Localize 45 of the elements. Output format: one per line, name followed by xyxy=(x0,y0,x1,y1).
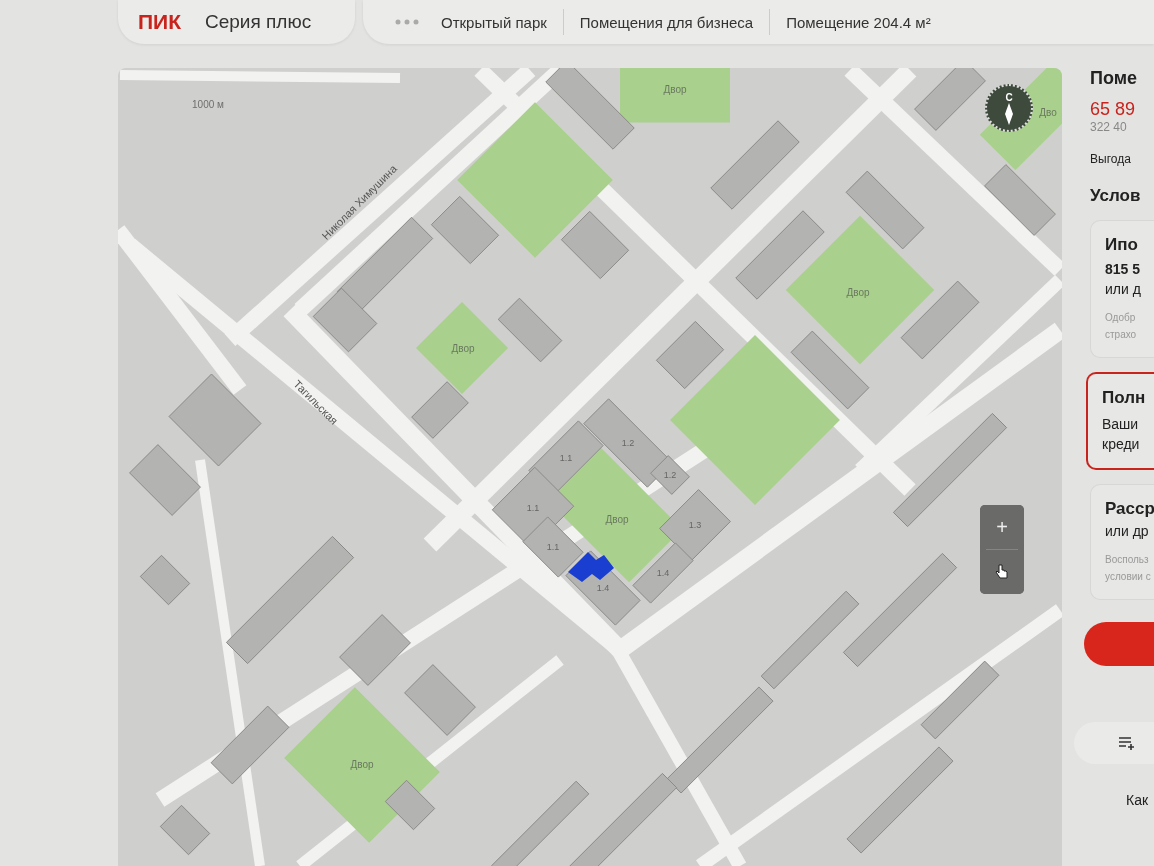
breadcrumb-link[interactable]: Открытый парк xyxy=(441,13,547,31)
yard-label: Двор xyxy=(451,343,475,354)
building-number: 1.2 xyxy=(621,438,635,448)
price: 65 89 xyxy=(1090,99,1136,120)
yard-label: Двор xyxy=(663,84,687,95)
price-per-meter: 322 40 xyxy=(1090,120,1127,134)
project-name[interactable]: Серия плюс xyxy=(205,11,312,33)
benefit-label: Выгода xyxy=(1090,152,1131,166)
yard-label: Двор xyxy=(605,514,629,525)
card-note: Одобр страхо xyxy=(1105,311,1138,342)
building-number: 1.2 xyxy=(663,470,677,480)
building-number: 1.4 xyxy=(656,568,670,578)
add-to-list-icon xyxy=(1118,736,1136,750)
card-subtitle: или др xyxy=(1105,523,1150,539)
section-heading: Услов xyxy=(1090,186,1141,206)
building-number: 1.4 xyxy=(596,583,610,593)
hand-cursor-icon xyxy=(995,564,1009,580)
card-note: Воспольз условии с xyxy=(1105,553,1152,584)
card-title: Ипо xyxy=(1105,235,1139,255)
breadcrumb-link[interactable]: Помещение 204.4 м² xyxy=(786,13,931,31)
breadcrumb-link[interactable]: Помещения для бизнеса xyxy=(579,13,754,31)
card-subtitle: или д xyxy=(1105,281,1142,297)
card-amount: 815 5 xyxy=(1105,261,1142,277)
compass-letter: С xyxy=(1005,91,1013,103)
yard-label: Двор xyxy=(846,287,870,298)
payment-option-card[interactable]: Ипо 815 5 или д Одобр страхо xyxy=(1090,220,1154,358)
card-title: Расср xyxy=(1105,499,1154,519)
compass-needle-icon xyxy=(1005,102,1013,125)
scale-label: 1000 м xyxy=(192,99,224,110)
add-to-list-button[interactable] xyxy=(1074,722,1154,764)
building-number: 1.3 xyxy=(688,520,702,530)
yard-label: Дво xyxy=(1039,107,1057,118)
card-title: Полн xyxy=(1102,388,1147,408)
help-link[interactable]: Как xyxy=(1126,792,1149,808)
logo[interactable]: ПИК xyxy=(138,10,181,34)
listing-title: Поме xyxy=(1090,68,1138,89)
building-number: 1.1 xyxy=(526,503,540,513)
payment-option-card[interactable]: Расср или др Воспольз условии с xyxy=(1090,484,1154,600)
selected-unit-marker[interactable] xyxy=(568,552,614,582)
card-text: Ваши креди xyxy=(1102,415,1141,454)
payment-option-card[interactable]: Полн Ваши креди xyxy=(1086,372,1154,470)
yard-label: Двор xyxy=(350,759,374,770)
building-number: 1.1 xyxy=(546,542,560,552)
primary-button[interactable] xyxy=(1084,622,1154,666)
building-number: 1.1 xyxy=(559,453,573,463)
